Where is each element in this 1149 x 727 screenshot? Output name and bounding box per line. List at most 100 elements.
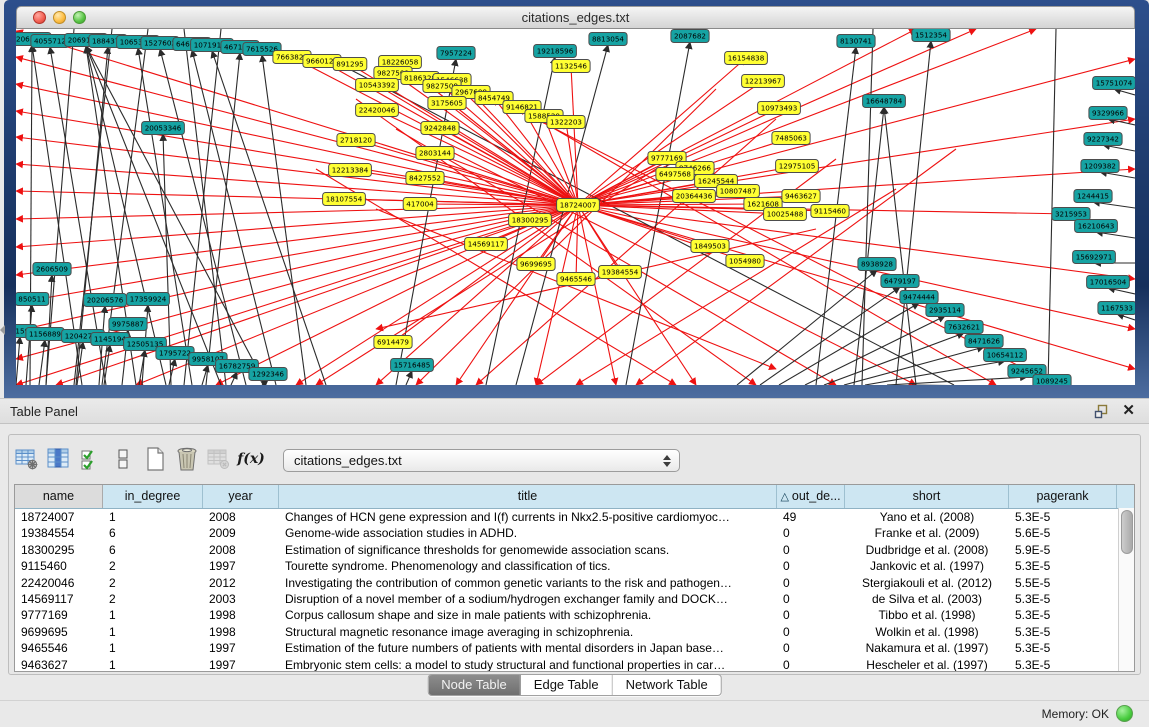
network-node[interactable]: 2606509 (33, 263, 71, 276)
network-node[interactable]: 1132546 (552, 60, 590, 73)
network-node[interactable]: 17016504 (1087, 276, 1130, 289)
network-node[interactable]: 18107554 (323, 193, 366, 206)
network-node[interactable]: 4055712 (31, 35, 69, 48)
network-node[interactable]: 12213967 (742, 75, 785, 88)
network-node[interactable]: 1167533 (1098, 302, 1135, 315)
column-header-short[interactable]: short (845, 485, 1009, 508)
table-header-row[interactable]: namein_degreeyeartitle△out_de...shortpag… (15, 485, 1134, 509)
network-node[interactable]: 9699695 (517, 258, 555, 271)
column-header-name[interactable]: name (15, 485, 103, 508)
network-node[interactable]: 6497568 (656, 168, 694, 181)
network-table-selector[interactable]: citations_edges.txt (283, 449, 680, 472)
network-node[interactable]: 20053346 (142, 122, 185, 135)
network-node[interactable]: 9975887 (109, 318, 147, 331)
network-node[interactable]: 15716485 (391, 359, 434, 372)
tab-edge-table[interactable]: Edge Table (521, 675, 613, 695)
network-node[interactable]: 1292346 (249, 368, 287, 381)
left-panel-collapse-handle[interactable] (0, 325, 5, 335)
function-builder-icon[interactable]: f(x) (238, 445, 264, 473)
table-row[interactable]: 911546021997Tourette syndrome. Phenomeno… (15, 558, 1134, 574)
network-node[interactable]: 8427552 (406, 172, 444, 185)
network-node[interactable]: 14569117 (465, 238, 508, 251)
network-node[interactable]: 1795722 (156, 347, 194, 360)
network-node[interactable]: 6479197 (881, 275, 919, 288)
table-row[interactable]: 1938455462009Genome-wide association stu… (15, 525, 1134, 541)
network-node[interactable]: 2935114 (926, 304, 964, 317)
create-table-icon[interactable] (142, 445, 168, 473)
network-node[interactable]: 8938928 (858, 258, 896, 271)
network-node[interactable]: 3175605 (428, 97, 466, 110)
node-table[interactable]: namein_degreeyeartitle△out_de...shortpag… (14, 484, 1135, 672)
network-node[interactable]: 12975105 (776, 160, 819, 173)
network-node[interactable]: 6914479 (374, 336, 412, 349)
network-node[interactable]: 9474444 (900, 291, 938, 304)
network-node[interactable]: 8471626 (965, 335, 1003, 348)
network-node[interactable]: 16154838 (725, 52, 768, 65)
table-row[interactable]: 1830029562008Estimation of significance … (15, 542, 1134, 558)
table-row[interactable]: 1872400712008Changes of HCN gene express… (15, 509, 1134, 525)
network-node[interactable]: 1054980 (726, 255, 764, 268)
network-node[interactable]: 1209382 (1081, 160, 1119, 173)
network-node[interactable]: 12213384 (329, 164, 372, 177)
network-node[interactable]: 9463627 (782, 190, 820, 203)
network-node[interactable]: 20206576 (84, 294, 127, 307)
select-columns-icon[interactable] (78, 445, 104, 473)
network-node[interactable]: 7957224 (437, 47, 475, 60)
tab-network-table[interactable]: Network Table (613, 675, 721, 695)
network-node[interactable]: 9465546 (557, 273, 595, 286)
network-node[interactable]: 1089245 (1033, 375, 1071, 386)
network-node[interactable]: 17359924 (127, 293, 170, 306)
network-node[interactable]: 15692971 (1073, 251, 1116, 264)
memory-status-dot[interactable] (1116, 705, 1133, 722)
float-panel-icon[interactable] (1094, 404, 1109, 419)
network-node[interactable]: 20364436 (673, 190, 716, 203)
network-node[interactable]: 1849503 (691, 240, 729, 253)
column-header-year[interactable]: year (203, 485, 279, 508)
table-settings-icon[interactable] (14, 445, 40, 473)
network-node[interactable]: 10654112 (984, 349, 1027, 362)
network-node[interactable]: 8813054 (589, 33, 627, 46)
network-node[interactable]: 8130741 (837, 35, 875, 48)
network-node-hub[interactable]: 18724007 (557, 199, 600, 212)
network-node[interactable]: 2087682 (671, 30, 709, 43)
scrollbar-thumb[interactable] (1121, 510, 1133, 554)
network-node[interactable]: 3215953 (1052, 208, 1090, 221)
column-header-pagerank[interactable]: pagerank (1009, 485, 1117, 508)
column-header-outde[interactable]: △out_de... (777, 485, 845, 508)
column-header-title[interactable]: title (279, 485, 777, 508)
show-column-icon[interactable] (46, 445, 72, 473)
network-node[interactable]: 7632621 (945, 321, 983, 334)
network-canvas[interactable]: 2063105405571220691406188437110653287152… (16, 29, 1135, 385)
network-node[interactable]: 10025488 (764, 208, 807, 221)
network-node[interactable]: 9242848 (421, 122, 459, 135)
network-node[interactable]: 9115460 (811, 205, 849, 218)
network-node[interactable]: 417004 (403, 198, 437, 211)
network-node[interactable]: 2718120 (337, 134, 375, 147)
network-node[interactable]: 16210643 (1075, 220, 1118, 233)
network-node[interactable]: 1322203 (547, 116, 585, 129)
row-height-icon[interactable] (110, 445, 136, 473)
network-node[interactable]: 9227342 (1084, 133, 1122, 146)
network-node[interactable]: 22420046 (356, 104, 399, 117)
table-row[interactable]: 977716911998Corpus callosum shape and si… (15, 607, 1134, 623)
delete-table-icon[interactable] (174, 445, 200, 473)
network-node[interactable]: 1156889 (26, 328, 64, 341)
network-window-titlebar[interactable]: citations_edges.txt (16, 6, 1135, 29)
table-row[interactable]: 969969511998Structural magnetic resonanc… (15, 624, 1134, 640)
table-row[interactable]: 1456911722003Disruption of a novel membe… (15, 591, 1134, 607)
vertical-scrollbar[interactable] (1118, 508, 1134, 671)
network-node[interactable]: 10543392 (356, 79, 399, 92)
network-node[interactable]: 16648784 (863, 95, 906, 108)
close-panel-icon[interactable]: ✕ (1122, 402, 1135, 420)
column-header-indegree[interactable]: in_degree (103, 485, 203, 508)
table-row[interactable]: 946362711997Embryonic stem cells: a mode… (15, 657, 1134, 672)
network-node[interactable]: 2803144 (416, 147, 454, 160)
network-node[interactable]: 850511 (16, 293, 49, 306)
table-row[interactable]: 946554611997Estimation of the future num… (15, 640, 1134, 656)
network-node[interactable]: 1244415 (1074, 190, 1112, 203)
network-node[interactable]: 10973493 (758, 102, 801, 115)
network-node[interactable]: 19218596 (534, 45, 577, 58)
network-node[interactable]: 10807487 (717, 185, 760, 198)
network-node[interactable]: 891295 (333, 58, 367, 71)
network-node[interactable]: 15751074 (1093, 77, 1135, 90)
